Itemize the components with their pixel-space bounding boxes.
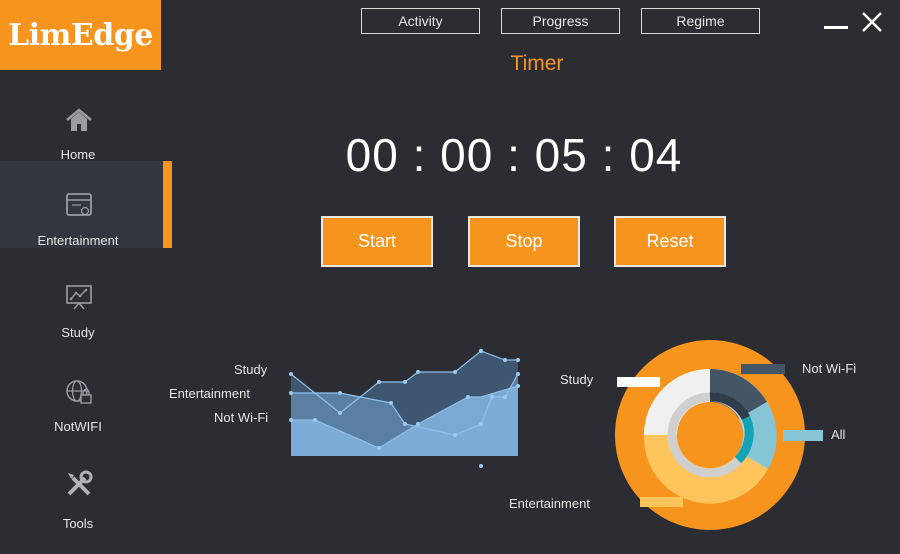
donut-label-entertainment: Entertainment (509, 496, 590, 511)
sidebar-item-label: Home (60, 147, 96, 162)
donut-marker-all (783, 430, 823, 441)
timer-display: 00 : 00 : 05 : 04 (326, 128, 702, 182)
timer-centis: 04 (629, 129, 683, 181)
sidebar: Home Entertainment Study NotWIFI Tools (0, 70, 175, 531)
timer-separator: : (507, 129, 521, 181)
sidebar-item-notwifi[interactable]: NotWIFI (0, 373, 172, 459)
tab-activity[interactable]: Activity (361, 8, 480, 34)
entertainment-icon (65, 191, 93, 219)
timer-minutes: 00 (440, 129, 494, 181)
timer-separator: : (601, 129, 616, 181)
study-icon (65, 283, 93, 311)
minimize-icon[interactable] (822, 10, 850, 36)
close-icon[interactable] (860, 10, 888, 36)
sidebar-item-label: Study (61, 325, 95, 340)
area-chart (289, 348, 520, 468)
tab-regime[interactable]: Regime (641, 8, 760, 34)
home-icon (65, 107, 93, 135)
timer-seconds: 05 (534, 129, 588, 181)
timer-hours: 00 (345, 129, 399, 181)
donut-marker-study (617, 377, 660, 387)
reset-button[interactable]: Reset (614, 216, 726, 267)
sidebar-item-label: Entertainment (37, 233, 119, 248)
globe-lock-icon (65, 378, 93, 406)
sidebar-item-label: NotWIFI (54, 419, 102, 434)
tools-icon (65, 470, 93, 498)
donut-chart (615, 340, 823, 530)
start-button[interactable]: Start (321, 216, 433, 267)
area-legend-notwifi: Not Wi-Fi (214, 410, 269, 425)
sidebar-item-tools[interactable]: Tools (0, 468, 172, 554)
area-legend-entertainment: Entertainment (169, 386, 250, 401)
tab-progress[interactable]: Progress (501, 8, 620, 34)
donut-marker-notwifi (741, 364, 785, 374)
donut-center (677, 402, 743, 468)
active-indicator (163, 161, 172, 248)
sidebar-item-entertainment[interactable]: Entertainment (0, 161, 172, 248)
donut-label-study: Study (560, 372, 594, 387)
top-nav: Activity Progress Regime (361, 8, 761, 36)
sidebar-item-label: Tools (62, 516, 94, 531)
area-legend-study: Study (234, 362, 268, 377)
stop-button[interactable]: Stop (468, 216, 580, 267)
sidebar-item-study[interactable]: Study (0, 280, 172, 366)
timer-separator: : (412, 129, 427, 181)
donut-label-all: All (831, 427, 846, 442)
donut-marker-entertainment (640, 497, 683, 507)
